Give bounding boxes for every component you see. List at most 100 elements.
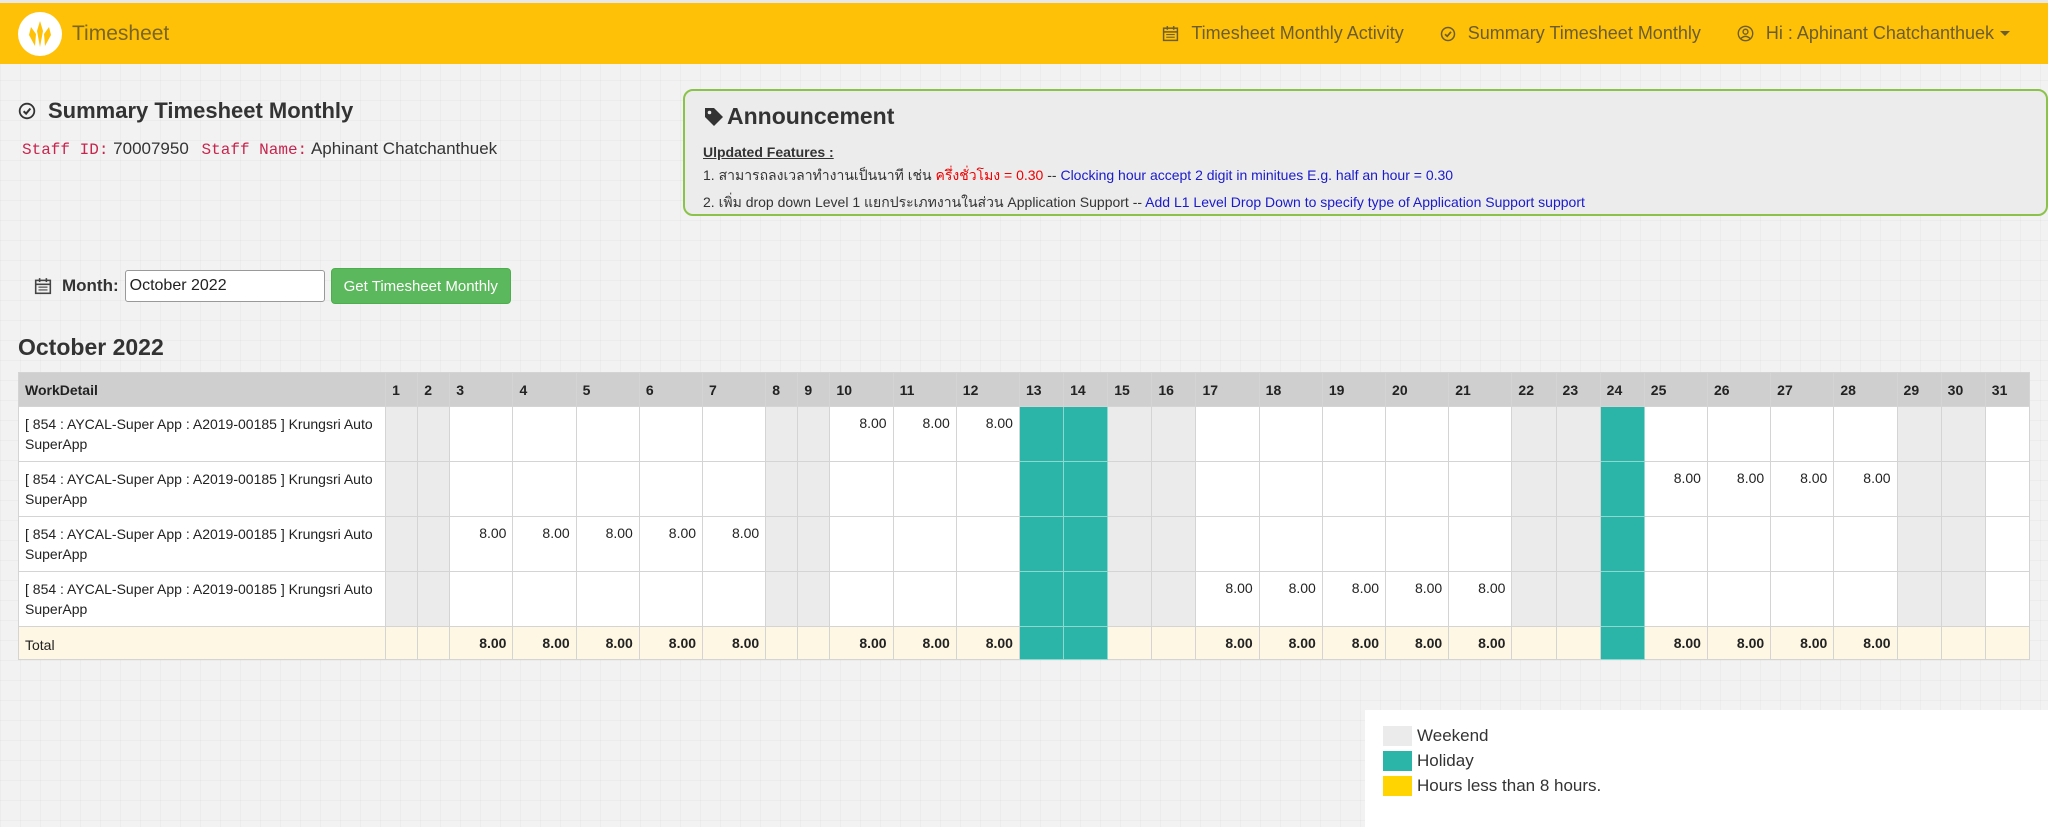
legend: Weekend Holiday Hours less than 8 hours. — [1365, 710, 2048, 827]
hours-cell — [955, 516, 1020, 572]
hours-cell: 8.00 — [1195, 571, 1260, 627]
hours-cell — [1018, 516, 1065, 572]
hours-cell — [1833, 571, 1898, 627]
hours-cell — [1599, 571, 1645, 627]
table-row: [ 854 : AYCAL-Super App : A2019-00185 ] … — [17, 571, 2031, 627]
total-hours-cell — [1599, 626, 1645, 660]
hours-cell — [512, 571, 577, 627]
hours-cell: 8.00 — [1770, 461, 1835, 517]
hours-cell: 8.00 — [1385, 571, 1450, 627]
hours-cell — [1940, 516, 1986, 572]
hours-cell — [1018, 571, 1065, 627]
hours-cell — [417, 406, 451, 462]
hours-cell — [1511, 516, 1557, 572]
legend-item-under-hours: Hours less than 8 hours. — [1383, 774, 2030, 798]
hours-cell — [1896, 516, 1942, 572]
hours-cell — [1643, 516, 1708, 572]
hours-cell — [638, 406, 704, 462]
month-input[interactable] — [124, 270, 325, 302]
hours-cell — [1643, 571, 1708, 627]
hours-cell — [1063, 406, 1109, 462]
hours-cell — [1107, 406, 1153, 462]
hours-cell: 8.00 — [449, 516, 514, 572]
month-filter: Month: Get Timesheet Monthly — [34, 268, 511, 304]
hours-cell — [1984, 461, 2031, 517]
column-header-day: 16 — [1151, 372, 1197, 407]
work-detail-cell: [ 854 : AYCAL-Super App : A2019-00185 ] … — [17, 406, 387, 462]
hours-cell — [1107, 571, 1153, 627]
column-header-day: 14 — [1063, 372, 1109, 407]
user-menu-dropdown[interactable]: Hi : Aphinant Chatchanthuek — [1737, 23, 2010, 44]
legend-item-holiday: Holiday — [1383, 749, 2030, 773]
staff-id-value: 70007950 — [113, 139, 189, 158]
column-header-day: 29 — [1896, 372, 1942, 407]
announcement-title: Announcement — [703, 103, 2028, 130]
hours-cell — [1063, 571, 1109, 627]
hours-cell — [449, 406, 514, 462]
hours-cell — [829, 461, 894, 517]
month-label: Month: — [62, 276, 119, 295]
total-hours-cell: 8.00 — [449, 626, 514, 660]
hours-cell — [1555, 571, 1601, 627]
bank-logo-icon — [18, 11, 62, 56]
column-header-day: 2 — [417, 372, 451, 407]
hours-cell — [892, 571, 957, 627]
column-header-day: 25 — [1643, 372, 1708, 407]
column-header-day: 19 — [1321, 372, 1387, 407]
announcement-item-1-thai: 1. สามารถลงเวลาทำงานเป็นนาที เช่น — [703, 167, 936, 183]
column-header-day: 30 — [1940, 372, 1986, 407]
hours-cell — [449, 571, 514, 627]
hours-cell — [1385, 406, 1450, 462]
column-header-day: 23 — [1555, 372, 1601, 407]
user-greeting: Hi : Aphinant Chatchanthuek — [1765, 23, 1994, 43]
total-hours-cell: 8.00 — [955, 626, 1020, 660]
hours-cell — [1833, 406, 1898, 462]
hours-cell — [512, 406, 577, 462]
check-circle-icon — [18, 102, 36, 120]
hours-cell — [385, 406, 419, 462]
column-header-day: 12 — [955, 372, 1020, 407]
hours-cell — [1511, 406, 1557, 462]
brand-link[interactable]: Timesheet — [18, 11, 169, 56]
total-hours-cell: 8.00 — [1195, 626, 1260, 660]
total-hours-cell: 8.00 — [702, 626, 767, 660]
hours-cell — [1195, 516, 1260, 572]
total-hours-cell: 8.00 — [1258, 626, 1323, 660]
announcement-item-1-english: Clocking hour accept 2 digit in minitues… — [1060, 167, 1454, 183]
announcement-item-2-english: Add L1 Level Drop Down to specify type o… — [1145, 194, 1585, 210]
hours-cell — [417, 461, 451, 517]
hours-cell — [417, 516, 451, 572]
hours-cell — [1770, 516, 1835, 572]
total-hours-cell: 8.00 — [1448, 626, 1513, 660]
total-hours-cell — [1896, 626, 1942, 660]
total-hours-cell — [765, 626, 799, 660]
hours-cell — [1448, 461, 1513, 517]
column-header-day: 13 — [1018, 372, 1065, 407]
weekend-swatch — [1383, 726, 1412, 746]
hours-cell — [1018, 406, 1065, 462]
announcement-item-2: 2. เพิ่ม drop down Level 1 แยกประเภทงานใ… — [703, 192, 2028, 214]
column-header-day: 20 — [1385, 372, 1450, 407]
hours-cell — [385, 461, 419, 517]
calendar-icon — [34, 278, 52, 295]
hours-cell — [765, 406, 799, 462]
hours-cell: 8.00 — [829, 406, 894, 462]
total-hours-cell — [1018, 626, 1065, 660]
hours-cell: 8.00 — [955, 406, 1020, 462]
nav-timesheet-monthly-activity[interactable]: Timesheet Monthly Activity — [1162, 23, 1404, 44]
hours-cell: 8.00 — [575, 516, 640, 572]
hours-cell — [1151, 571, 1197, 627]
hours-cell — [955, 571, 1020, 627]
hours-cell: 8.00 — [702, 516, 767, 572]
column-header-day: 17 — [1195, 372, 1260, 407]
hours-cell — [449, 461, 514, 517]
announcement-subtitle: Ulpdated Features : — [703, 144, 834, 160]
hours-cell — [1195, 406, 1260, 462]
nav-summary-timesheet-monthly[interactable]: Summary Timesheet Monthly — [1440, 23, 1701, 44]
check-circle-icon — [1440, 26, 1456, 41]
nav-link-label: Summary Timesheet Monthly — [1467, 23, 1701, 43]
legend-label: Weekend — [1417, 726, 1489, 745]
hours-cell: 8.00 — [1833, 461, 1898, 517]
get-timesheet-button[interactable]: Get Timesheet Monthly — [330, 268, 511, 304]
column-header-day: 3 — [449, 372, 514, 407]
